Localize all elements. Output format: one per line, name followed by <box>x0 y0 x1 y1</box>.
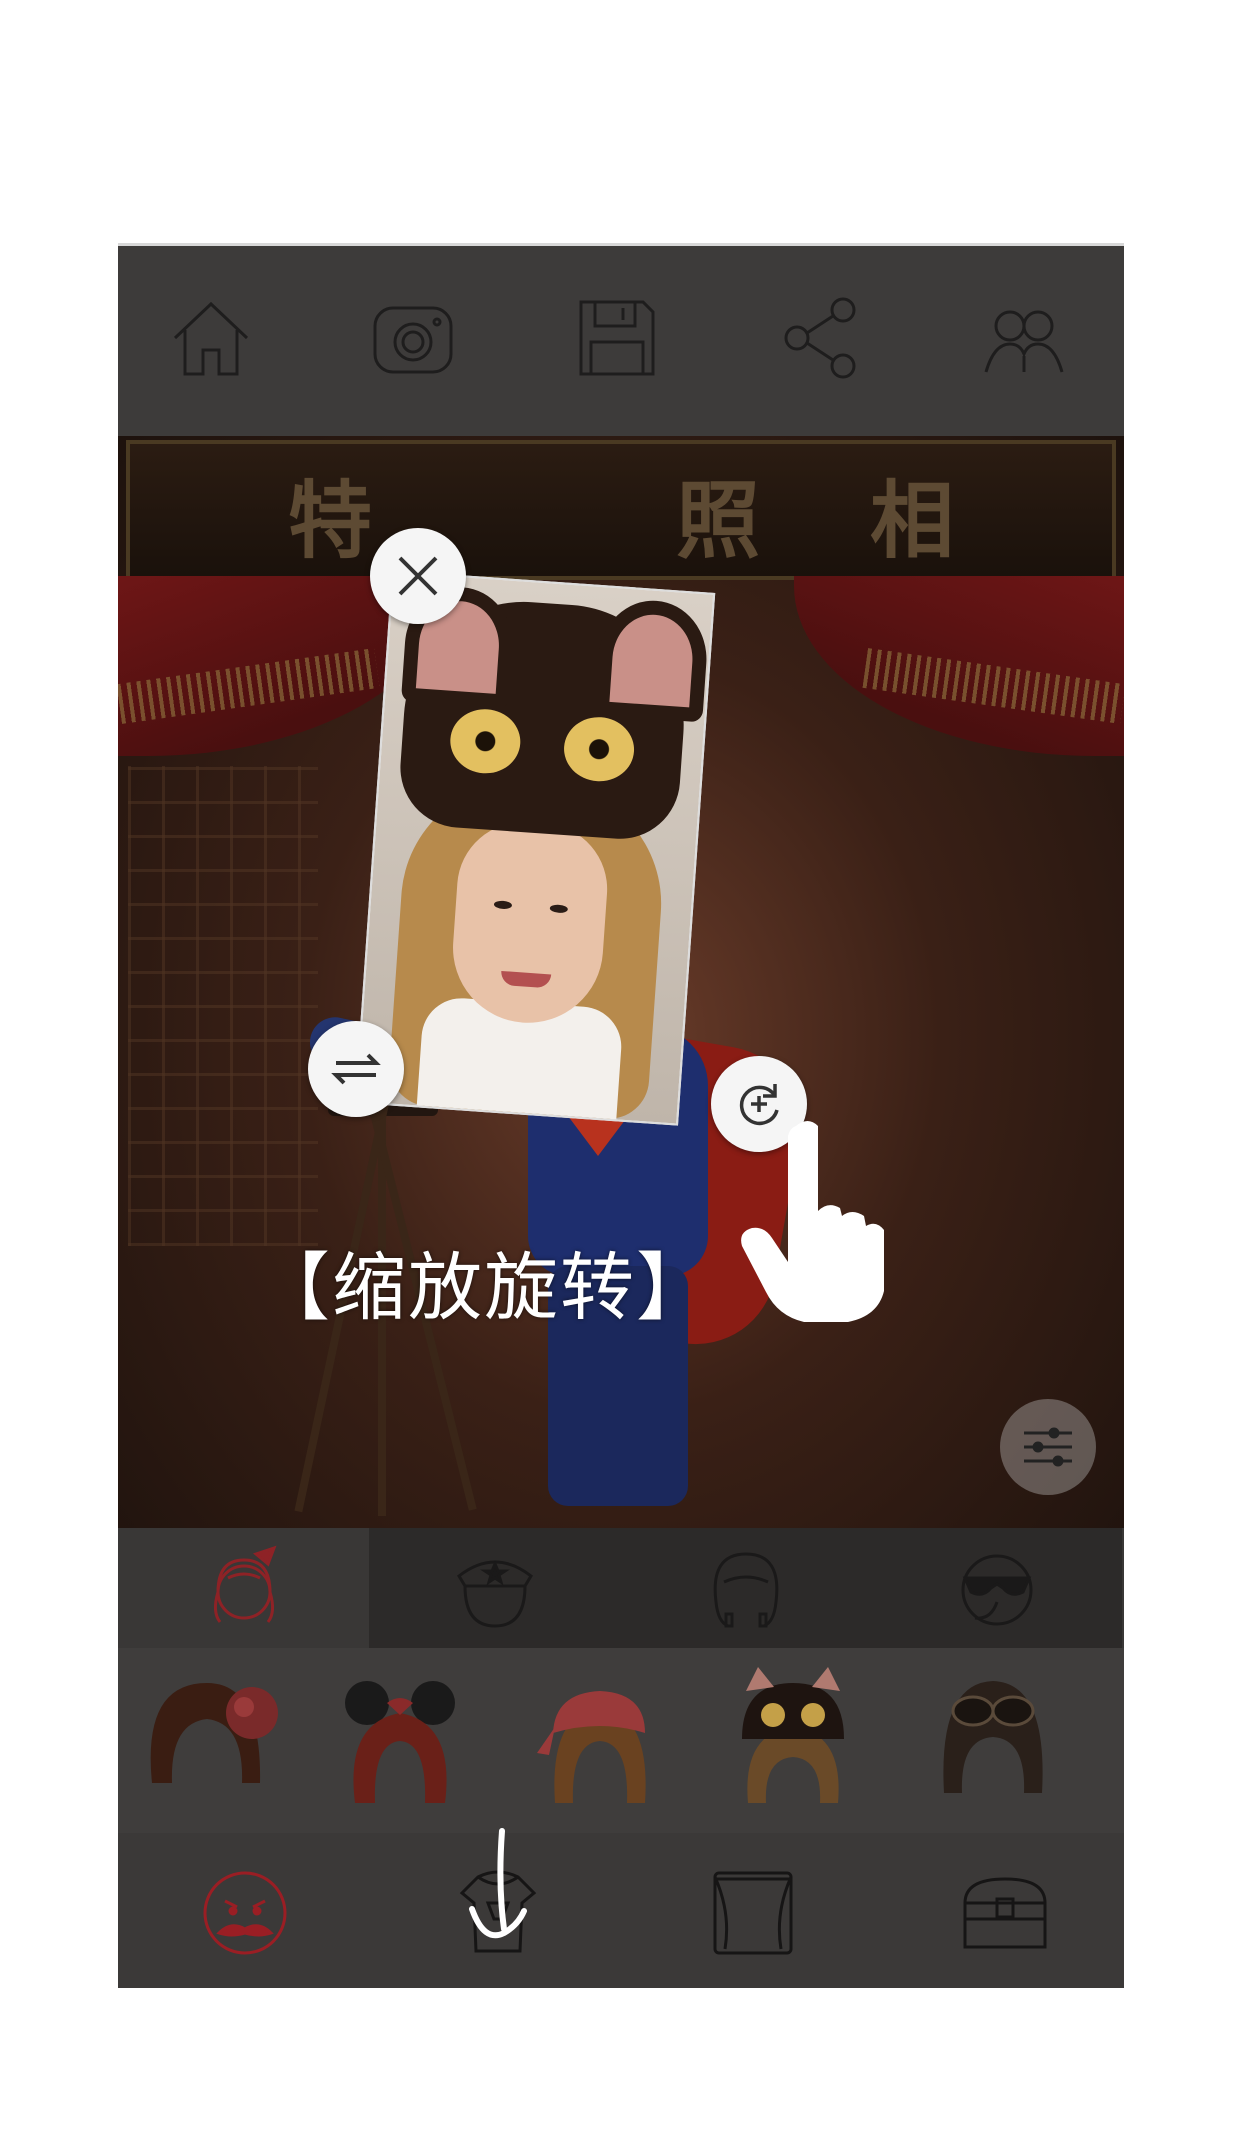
users-button[interactable] <box>974 288 1074 388</box>
home-icon <box>173 301 249 376</box>
nav-backdrop[interactable] <box>698 1858 808 1968</box>
camera-button[interactable] <box>363 288 463 388</box>
editor-canvas[interactable]: 特 照相馆 <box>118 436 1124 1528</box>
item-cat-hat-hair[interactable] <box>718 1663 868 1818</box>
users-icon <box>984 310 1064 373</box>
camera-icon <box>373 306 453 374</box>
mouth <box>500 970 552 989</box>
share-button[interactable] <box>771 288 871 388</box>
adjust-settings-button[interactable] <box>1000 1399 1096 1495</box>
girl-hairstyle-icon <box>213 1545 277 1623</box>
treasure-chest-icon <box>963 1877 1047 1949</box>
home-button[interactable] <box>161 288 261 388</box>
nav-treasure-chest[interactable] <box>950 1858 1060 1968</box>
tab-hairstyle[interactable] <box>118 1528 369 1648</box>
save-button[interactable] <box>567 288 667 388</box>
top-toolbar <box>118 243 1124 439</box>
sunglasses-face-icon <box>961 1554 1032 1626</box>
item-curly-mouse-ears[interactable] <box>325 1663 475 1818</box>
tab-hat[interactable] <box>369 1528 620 1648</box>
nav-face-mustache[interactable] <box>190 1858 300 1968</box>
eye <box>549 904 569 914</box>
sliders-icon <box>1024 1427 1072 1467</box>
backdrop-curtain-icon <box>713 1871 793 1955</box>
hint-label: 【缩放旋转】 <box>256 1245 712 1331</box>
share-icon <box>784 297 856 379</box>
item-bob-with-flower[interactable] <box>132 1663 282 1818</box>
save-icon <box>579 300 655 376</box>
face-mustache-icon <box>203 1871 287 1955</box>
app-screen: 特 照相馆 <box>118 243 1124 1988</box>
hat-eye <box>561 714 637 784</box>
flip-sticker-button[interactable] <box>308 1021 404 1117</box>
close-icon <box>398 556 438 596</box>
swipe-down-arrow-icon <box>469 1828 527 1939</box>
delete-sticker-button[interactable] <box>370 528 466 624</box>
item-pirate-bandana[interactable] <box>525 1663 675 1818</box>
flip-arrows-icon <box>331 1053 381 1085</box>
item-aviator-cap[interactable] <box>918 1663 1068 1818</box>
tab-hair-outline[interactable] <box>620 1528 871 1648</box>
accessory-items-row <box>118 1648 1124 1833</box>
hat-eye <box>448 706 523 776</box>
eye <box>493 900 513 910</box>
hair-outline-icon <box>713 1552 778 1628</box>
cat-hat <box>396 583 711 843</box>
police-cap-icon <box>456 1560 533 1628</box>
category-tabs <box>118 1528 1124 1648</box>
pointing-hand-icon <box>741 1121 884 1322</box>
bottom-navigation <box>118 1828 1124 1988</box>
tab-glasses[interactable] <box>871 1528 1122 1648</box>
face-photo-sticker[interactable] <box>354 570 716 1126</box>
studio-sign: 特 照相馆 <box>126 440 1116 691</box>
